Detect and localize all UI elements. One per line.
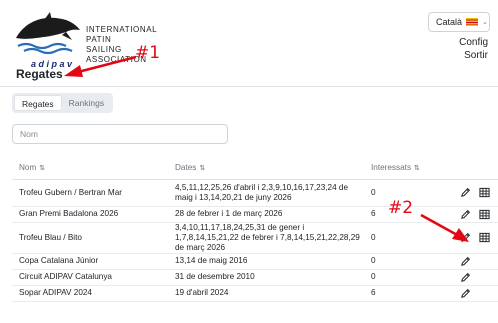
nav-config-link[interactable]: Config [459, 37, 488, 48]
catalan-flag-icon [466, 18, 479, 26]
name-search-input[interactable] [12, 124, 228, 144]
cell-actions [460, 269, 498, 286]
cell-dates: 31 de desembre 2010 [172, 269, 368, 286]
nav-logout-link[interactable]: Sortir [464, 50, 488, 61]
annotation-arrow-1 [64, 55, 137, 77]
dolphin-icon [16, 12, 80, 55]
cell-nom: Circuit ADIPAV Catalunya [12, 269, 172, 286]
annotation-label-1: #1 [135, 43, 161, 63]
cell-interessats: 6 [368, 285, 460, 302]
sort-icon: ⇅ [199, 165, 206, 173]
cell-dates: 13,14 de maig 2016 [172, 253, 368, 270]
table-row[interactable]: Trofeu Gubern / Bertran Mar 4,5,11,12,25,… [12, 179, 498, 207]
tab-rankings[interactable]: Rankings [62, 95, 111, 111]
page-title: Regates [16, 67, 63, 81]
cell-interessats: 0 [368, 269, 460, 286]
cell-nom: Trofeu Gubern / Bertran Mar [12, 179, 172, 207]
cell-interessats: 0 [368, 253, 460, 270]
edit-icon[interactable] [460, 272, 471, 283]
sort-icon: ⇅ [414, 165, 420, 173]
sort-icon: ⇅ [39, 165, 46, 173]
column-header-actions [460, 157, 498, 180]
cell-nom: Trofeu Blau / Bito [12, 222, 172, 254]
cell-nom: Copa Catalana Júnior [12, 253, 172, 270]
cell-nom: Gran Premi Badalona 2026 [12, 206, 172, 223]
cell-dates: 4,5,11,12,25,26 d'abril i 2,3,9,10,16,17… [172, 179, 368, 207]
grid-icon[interactable] [479, 209, 490, 220]
edit-icon[interactable] [460, 187, 471, 198]
table-row[interactable]: Copa Catalana Júnior 13,14 de maig 2016 0 [12, 253, 498, 270]
language-select[interactable]: Català ⌄ [428, 12, 490, 32]
cell-dates: 3,4,10,11,17,18,24,25,31 de gener i 1,7,… [172, 222, 368, 254]
table-row[interactable]: Circuit ADIPAV Catalunya 31 de desembre 2… [12, 269, 498, 286]
edit-icon[interactable] [460, 288, 471, 299]
chevron-down-icon: ⌄ [482, 19, 488, 26]
language-label: Català [436, 17, 463, 27]
table-row[interactable]: Sopar ADIPAV 2024 19 d'abril 2024 6 [12, 285, 498, 302]
cell-dates: 28 de febrer i 1 de març 2026 [172, 206, 368, 223]
grid-icon[interactable] [479, 232, 490, 243]
header-divider [0, 86, 498, 87]
cell-nom: Sopar ADIPAV 2024 [12, 285, 172, 302]
cell-dates: 19 d'abril 2024 [172, 285, 368, 302]
column-header-nom[interactable]: Nom ⇅ [12, 157, 172, 180]
tab-regates[interactable]: Regates [14, 95, 62, 111]
edit-icon[interactable] [460, 256, 471, 267]
cell-actions [460, 285, 498, 302]
table-header-row: Nom ⇅ Dates ⇅ Interessats ⇅ [12, 157, 498, 180]
cell-actions [460, 253, 498, 270]
annotation-label-2: #2 [388, 198, 414, 218]
column-header-dates[interactable]: Dates ⇅ [172, 157, 368, 180]
annotation-arrow-2 [420, 213, 469, 242]
cell-interessats: 0 [368, 179, 460, 207]
view-tabs: Regates Rankings [12, 93, 114, 113]
grid-icon[interactable] [479, 187, 490, 198]
column-header-interessats[interactable]: Interessats ⇅ [368, 157, 460, 180]
cell-actions [460, 179, 498, 207]
